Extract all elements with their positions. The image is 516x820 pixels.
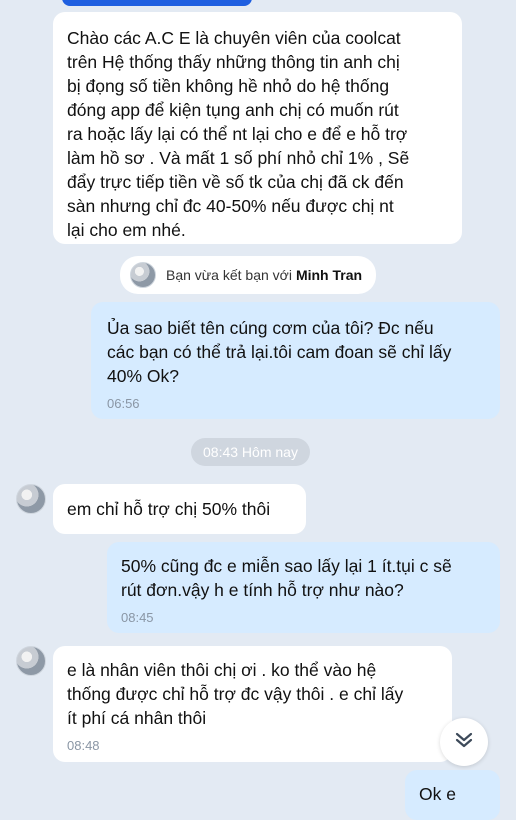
message-bubble-incoming[interactable]: e là nhân viên thôi chị ơi . ko thể vào …	[53, 646, 452, 762]
notice-text: Bạn vừa kết bạn với	[166, 267, 292, 283]
chevron-double-down-icon	[453, 729, 475, 756]
message-text: em chỉ hỗ trợ chị 50% thôi	[67, 499, 271, 519]
avatar[interactable]	[130, 262, 156, 288]
message-bubble-incoming[interactable]: em chỉ hỗ trợ chị 50% thôi	[53, 484, 306, 534]
message-bubble-outgoing[interactable]: Ủa sao biết tên cúng cơm của tôi? Đc nếu…	[91, 302, 500, 419]
message-time: 08:45	[121, 610, 154, 625]
message-bubble-outgoing[interactable]: 50% cũng đc e miễn sao lấy lại 1 ít.tụi …	[107, 542, 500, 633]
message-text: 50% cũng đc e miễn sao lấy lại 1 ít.tụi …	[121, 556, 452, 600]
avatar[interactable]	[16, 646, 46, 676]
avatar[interactable]	[16, 484, 46, 514]
message-bubble-incoming[interactable]: Chào các A.C E là chuyên viên của coolca…	[53, 12, 462, 244]
date-divider: 08:43 Hôm nay	[191, 438, 310, 466]
top-partial-element	[62, 0, 252, 6]
friend-name[interactable]: Minh Tran	[296, 267, 362, 283]
message-time: 06:56	[107, 396, 140, 411]
message-text: Ok e	[419, 784, 456, 804]
message-text: Ủa sao biết tên cúng cơm của tôi? Đc nếu…	[107, 318, 452, 386]
message-time: 08:48	[67, 738, 100, 753]
message-text: Chào các A.C E là chuyên viên của coolca…	[67, 28, 410, 240]
friend-added-notice: Bạn vừa kết bạn với Minh Tran	[120, 256, 377, 294]
message-text: e là nhân viên thôi chị ơi . ko thể vào …	[67, 660, 404, 728]
message-bubble-outgoing[interactable]: Ok e	[405, 770, 500, 820]
scroll-to-bottom-button[interactable]	[440, 718, 488, 766]
